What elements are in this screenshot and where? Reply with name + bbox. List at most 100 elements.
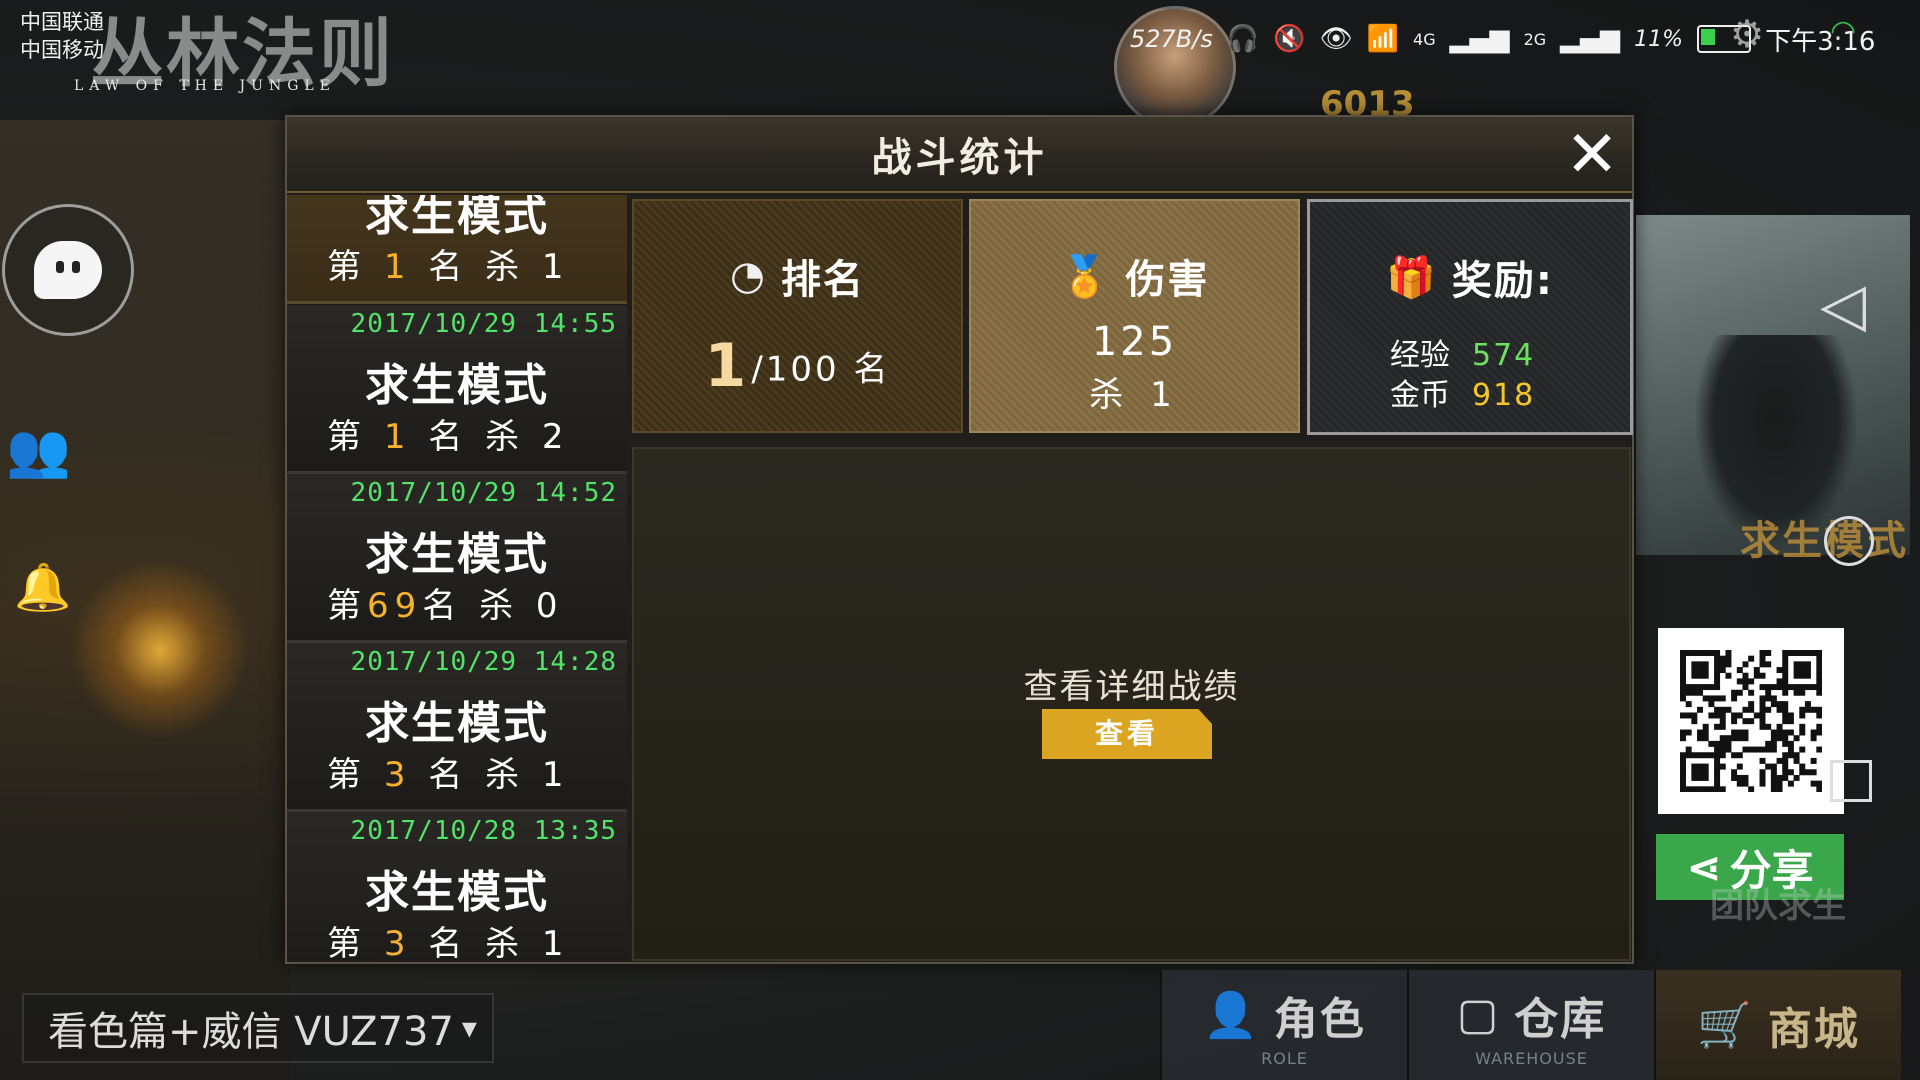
qr-module [1770, 701, 1777, 708]
qr-module [1702, 729, 1709, 736]
world-chat-bar[interactable]: 看色篇+威信 VUZ737 ▾ [22, 993, 494, 1063]
qr-module [1799, 706, 1806, 713]
back-triangle-icon[interactable]: ◁ [1820, 270, 1866, 340]
qr-module [1685, 712, 1692, 719]
qr-module [1680, 684, 1686, 691]
qr-module [1708, 650, 1715, 656]
view-details-button[interactable]: 查看 [1042, 709, 1212, 759]
tab-role[interactable]: 👤 角色 ROLE [1160, 970, 1407, 1080]
qr-module [1702, 723, 1709, 730]
qr-module [1685, 689, 1692, 696]
qr-module [1776, 723, 1783, 730]
qr-module [1702, 735, 1709, 742]
qr-module [1799, 746, 1806, 753]
qr-module [1714, 774, 1721, 781]
qr-module [1691, 752, 1698, 759]
qr-module [1685, 650, 1692, 656]
match-rank-kills: 第 1 名 杀 1 [327, 239, 570, 288]
chevron-down-icon[interactable]: ▾ [462, 1011, 477, 1046]
tab-shop-label: 商城 [1767, 1004, 1860, 1055]
qr-module [1799, 729, 1806, 736]
gear-icon[interactable]: ⚙ [1730, 12, 1764, 56]
match-mode: 求生模式 [365, 698, 549, 749]
qr-module [1793, 689, 1800, 696]
qr-module [1759, 655, 1766, 662]
list-item[interactable]: 2017/10/29 14:55 求生模式 第 1 名 杀 2 [287, 305, 627, 474]
qr-module [1702, 684, 1709, 691]
match-date: 2017/10/28 13:35 [350, 816, 617, 846]
qr-module [1697, 650, 1704, 656]
qr-module [1719, 735, 1726, 742]
tab-shop[interactable]: 🛒 商城 [1654, 970, 1901, 1080]
eye-icon: 👁 [1319, 24, 1353, 54]
qr-module [1776, 786, 1783, 792]
qr-module [1770, 774, 1777, 781]
qr-module [1816, 786, 1822, 792]
qr-module [1787, 729, 1794, 736]
qr-module [1782, 667, 1789, 674]
qr-module [1725, 650, 1732, 656]
qr-module [1793, 650, 1800, 656]
qr-module [1782, 661, 1789, 668]
qr-module [1742, 718, 1749, 725]
qr-module [1759, 718, 1766, 725]
qr-module [1804, 667, 1811, 674]
qr-module [1725, 661, 1732, 668]
qr-module [1765, 661, 1772, 668]
qr-module [1714, 684, 1721, 691]
qr-module [1799, 684, 1806, 691]
qr-module [1765, 695, 1772, 702]
qr-module [1680, 752, 1686, 759]
kill-count: 2 [541, 417, 570, 457]
qr-module [1714, 780, 1721, 787]
qr-module [1714, 746, 1721, 753]
qr-module [1702, 667, 1709, 674]
chat-button[interactable] [2, 204, 134, 336]
qr-module [1736, 774, 1743, 781]
recent-apps-button[interactable] [1830, 760, 1872, 802]
qr-module [1719, 763, 1726, 770]
close-button[interactable]: ✕ [1564, 123, 1620, 187]
qr-module [1776, 701, 1783, 708]
notification-bell-icon[interactable]: 🔔 [14, 560, 71, 615]
qr-module [1770, 769, 1777, 776]
tab-warehouse[interactable]: ▢ 仓库 WAREHOUSE [1407, 970, 1654, 1080]
list-item[interactable]: 求生模式 第 1 名 杀 1 [287, 195, 627, 304]
qr-module [1702, 672, 1709, 679]
home-circle-button[interactable] [1824, 516, 1874, 566]
qr-module [1765, 689, 1772, 696]
qr-module [1816, 678, 1822, 685]
qr-module [1742, 735, 1749, 742]
qr-module [1731, 729, 1738, 736]
qr-code [1658, 628, 1844, 814]
qr-module [1776, 757, 1783, 764]
qr-module [1765, 650, 1772, 656]
list-item[interactable]: 2017/10/28 13:35 求生模式 第 3 名 杀 1 [287, 812, 627, 960]
qr-module [1816, 672, 1822, 679]
qr-module [1759, 695, 1766, 702]
qr-module [1708, 695, 1715, 702]
qr-module [1719, 661, 1726, 668]
qr-module [1736, 667, 1743, 674]
qr-module [1714, 661, 1721, 668]
qr-module [1731, 735, 1738, 742]
qr-module [1697, 706, 1704, 713]
qr-module [1697, 684, 1704, 691]
rank-prefix: 第 [327, 247, 367, 287]
friends-icon[interactable]: 👥 [6, 420, 71, 481]
match-date: 2017/10/29 14:55 [350, 309, 617, 339]
qr-module [1691, 650, 1698, 656]
list-item[interactable]: 2017/10/29 14:28 求生模式 第 3 名 杀 1 [287, 643, 627, 812]
qr-module [1782, 701, 1789, 708]
qr-module [1725, 735, 1732, 742]
match-mode: 求生模式 [365, 867, 549, 918]
qr-module [1719, 746, 1726, 753]
qr-module [1691, 774, 1698, 781]
qr-module [1714, 655, 1721, 662]
qr-module [1816, 667, 1822, 674]
match-history-list[interactable]: 求生模式 第 1 名 杀 1 2017/10/29 14:55 求生模式 第 1… [287, 195, 627, 960]
qr-module [1816, 661, 1822, 668]
qr-module [1776, 729, 1783, 736]
list-item[interactable]: 2017/10/29 14:52 求生模式 第69名 杀 0 [287, 474, 627, 643]
qr-module [1770, 740, 1777, 747]
